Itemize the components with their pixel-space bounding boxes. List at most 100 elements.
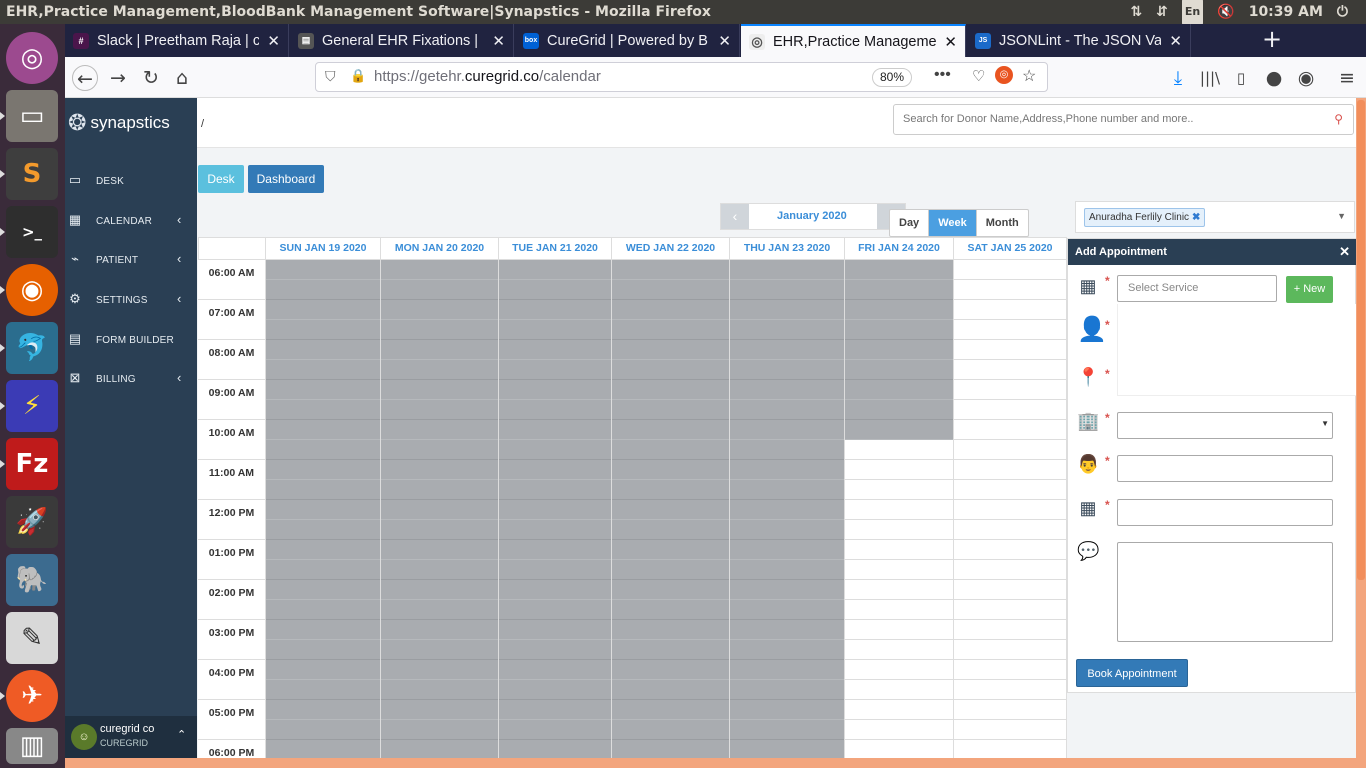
rocket-app-icon[interactable]: 🚀 (6, 496, 58, 548)
mysql-workbench-icon[interactable]: 🐬 (0, 322, 58, 374)
page-actions-icon[interactable]: ••• (934, 66, 951, 84)
remove-tag-icon[interactable]: ✖ (1192, 212, 1200, 223)
home-icon[interactable]: ⌂ (169, 65, 195, 91)
day-header-mon[interactable]: MON JAN 20 2020 (381, 237, 499, 260)
clinic-select[interactable]: Anuradha Ferlily Clinic ✖ ▼ (1075, 201, 1355, 233)
avatar[interactable]: ☺ (71, 724, 97, 750)
date-field[interactable] (1117, 499, 1333, 526)
day-column-fri[interactable] (845, 260, 954, 758)
pocket-icon[interactable]: ♡ (972, 67, 985, 85)
chevron-up-icon[interactable]: ⌃ (177, 728, 186, 741)
patient-dropdown-list[interactable] (1117, 304, 1357, 396)
downloads-icon[interactable]: ⤓ (1165, 65, 1191, 91)
page-scrollbar[interactable] (1356, 98, 1366, 768)
forward-icon[interactable]: → (105, 65, 131, 91)
day-column-thu[interactable] (730, 260, 845, 758)
pgadmin-icon[interactable]: 🐘 (6, 554, 58, 606)
account-icon[interactable]: ◉ (1293, 65, 1319, 91)
service-select[interactable]: Select Service (1117, 275, 1277, 302)
tab-jsonlint[interactable]: JS JSONLint - The JSON Va ✕ (967, 24, 1191, 57)
menu-icon[interactable]: ≡ (1334, 65, 1360, 91)
notes-textarea[interactable] (1117, 542, 1333, 642)
chevron-down-icon[interactable]: ▼ (1337, 211, 1346, 221)
clinic-tag[interactable]: Anuradha Ferlily Clinic ✖ (1084, 208, 1206, 227)
grid-line (845, 359, 953, 360)
brand-logo[interactable]: ❂ synapstics (68, 110, 170, 136)
close-tab-icon[interactable]: ✕ (267, 32, 280, 50)
day-column-wed[interactable] (612, 260, 730, 758)
day-column-sun[interactable] (266, 260, 381, 758)
ubuntu-dash-icon[interactable]: ◎ (6, 32, 58, 84)
view-day-button[interactable]: Day (890, 210, 930, 236)
view-week-button[interactable]: Week (929, 210, 977, 236)
shield-icon[interactable]: ⛉ (325, 68, 336, 85)
keyboard-layout[interactable]: En (1181, 0, 1204, 25)
doctor-field[interactable] (1117, 455, 1333, 482)
donor-search-input[interactable]: Search for Donor Name,Address,Phone numb… (893, 104, 1354, 135)
view-month-button[interactable]: Month (977, 210, 1028, 236)
back-icon[interactable]: ← (72, 65, 98, 91)
day-header-thu[interactable]: THU JAN 23 2020 (730, 237, 845, 260)
day-column-sat[interactable] (954, 260, 1067, 758)
grid-line (845, 499, 953, 500)
scrollbar-thumb[interactable] (1357, 100, 1365, 580)
bookmark-star-icon[interactable]: ☆ (1022, 66, 1036, 86)
extension-icon[interactable]: ● (1261, 65, 1287, 91)
day-header-fri[interactable]: FRI JAN 24 2020 (845, 237, 954, 260)
text-editor-icon[interactable]: ✎ (6, 612, 58, 664)
chevron-down-icon[interactable]: ▼ (1321, 419, 1329, 428)
zoom-level[interactable]: 80% (872, 68, 912, 87)
close-tab-icon[interactable]: ✕ (1169, 32, 1182, 50)
search-icon[interactable]: ⚲ (1334, 112, 1343, 126)
close-tab-icon[interactable]: ✕ (718, 32, 731, 50)
dashboard-button[interactable]: Dashboard (248, 165, 324, 193)
postman-icon[interactable]: ✈ (0, 670, 58, 722)
files-icon[interactable]: ▭ (0, 90, 58, 142)
user-profile[interactable]: ☺ curegrid co CUREGRID ⌃ (65, 716, 197, 758)
firefox-icon[interactable]: ◉ (0, 264, 58, 316)
day-column-mon[interactable] (381, 260, 499, 758)
sublime-text-icon[interactable]: S (0, 148, 58, 200)
tab-ehr-active[interactable]: ◎ EHR,Practice Manageme ✕ (741, 24, 966, 57)
desk-button[interactable]: Desk (198, 165, 244, 193)
terminal-icon[interactable]: >_ (0, 206, 58, 258)
sidebar-item-desk[interactable]: ▭ DESK (65, 170, 197, 194)
sidebar-item-billing[interactable]: ⊠ BILLING ‹ (65, 368, 197, 392)
sidebar-item-settings[interactable]: ⚙ SETTINGS ‹ (65, 289, 197, 313)
power-icon[interactable]: ⏻ (1337, 0, 1348, 24)
tab-slack[interactable]: # Slack | Preetham Raja | c ✕ (65, 24, 289, 57)
sidebar-item-form-builder[interactable]: ▤ FORM BUILDER (65, 329, 197, 353)
close-tab-icon[interactable]: ✕ (492, 32, 505, 50)
close-icon[interactable]: ✕ (1339, 239, 1350, 265)
clinic-select-field[interactable]: ▼ (1117, 412, 1333, 439)
volume-muted-icon[interactable]: 🔇 (1217, 0, 1234, 24)
new-tab-button[interactable]: + (1261, 24, 1283, 57)
brain-logo-icon: ❂ (68, 110, 87, 135)
close-tab-icon[interactable]: ✕ (944, 33, 957, 51)
clock[interactable]: 10:39 AM (1249, 0, 1323, 24)
library-icon[interactable]: |||\ (1197, 65, 1223, 91)
sidebar-item-calendar[interactable]: ▦ CALENDAR ‹ (65, 210, 197, 234)
new-service-button[interactable]: + New (1286, 276, 1333, 303)
day-header-tue[interactable]: TUE JAN 21 2020 (499, 237, 612, 260)
network-tool-icon[interactable]: ⚡ (0, 380, 58, 432)
filezilla-icon[interactable]: Fz (0, 438, 58, 490)
lock-icon[interactable]: 🔒 (350, 68, 366, 84)
network-icon[interactable]: ⇅ (1130, 0, 1142, 24)
day-header-sun[interactable]: SUN JAN 19 2020 (266, 237, 381, 260)
sidebar-toggle-icon[interactable]: ▯ (1228, 65, 1254, 91)
day-column-tue[interactable] (499, 260, 612, 758)
tab-general-ehr[interactable]: ▤ General EHR Fixations | ✕ (290, 24, 514, 57)
url-text[interactable]: https://getehr.curegrid.co/calendar (374, 68, 601, 85)
ubuntu-icon[interactable]: ◎ (995, 66, 1013, 84)
trash-icon[interactable]: ▥ (6, 728, 58, 764)
day-header-sat[interactable]: SAT JAN 25 2020 (954, 237, 1067, 260)
sidebar-item-patient[interactable]: ⌁ PATIENT ‹ (65, 249, 197, 273)
transfer-icon[interactable]: ⇵ (1156, 0, 1168, 24)
day-header-wed[interactable]: WED JAN 22 2020 (612, 237, 730, 260)
tab-curegrid[interactable]: box CureGrid | Powered by B ✕ (515, 24, 740, 57)
url-bar[interactable]: ⛉ 🔒 https://getehr.curegrid.co/calendar … (315, 62, 1048, 92)
book-appointment-button[interactable]: Book Appointment (1076, 659, 1188, 687)
reload-icon[interactable]: ↻ (138, 65, 164, 91)
prev-week-button[interactable]: ‹ (721, 204, 749, 229)
